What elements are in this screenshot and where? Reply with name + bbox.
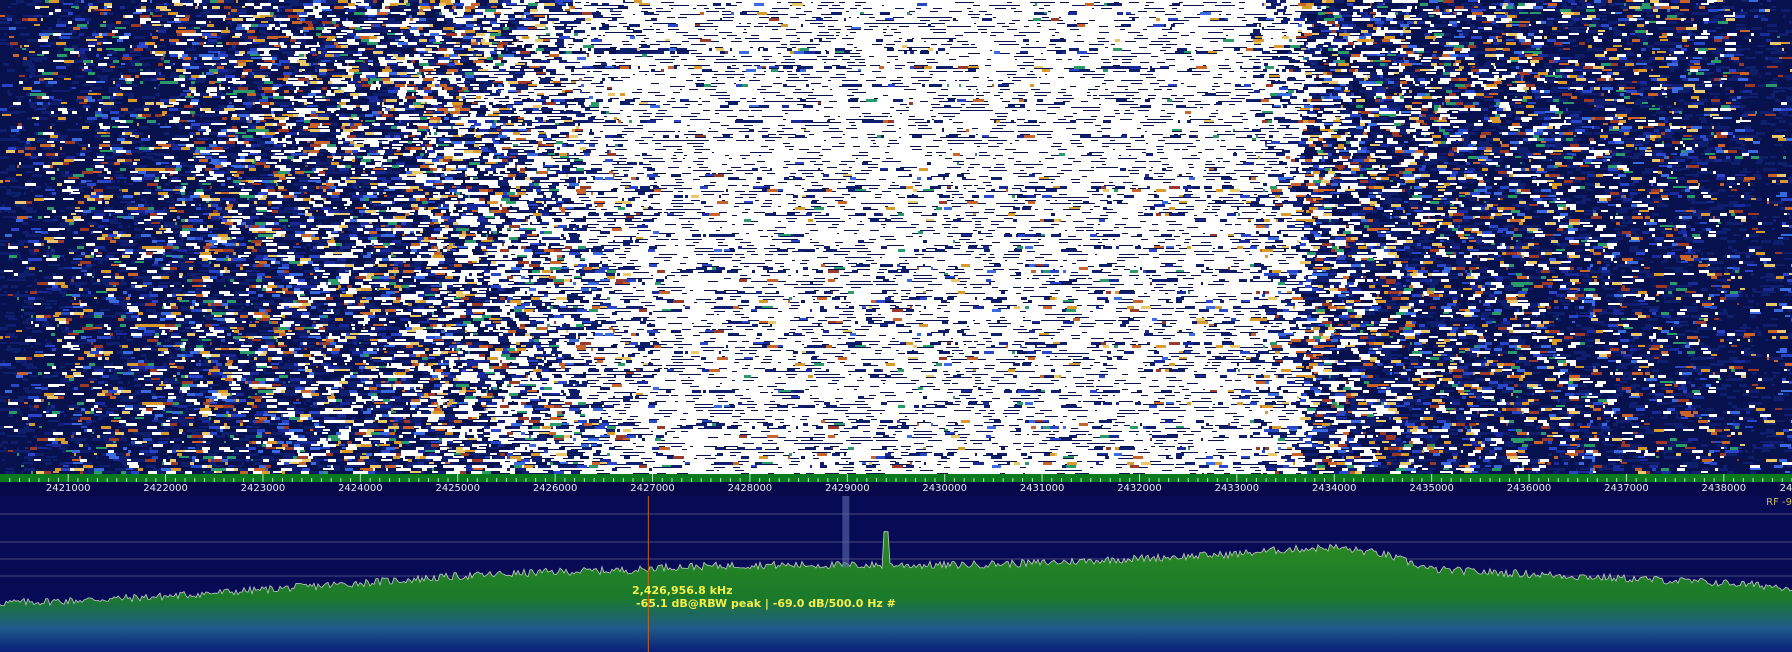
freq-tick-label: 2430000 [922,482,967,495]
freq-tick-label: 2436000 [1507,482,1552,495]
freq-tick-label: 2421000 [46,482,91,495]
cursor-level: -65.1 dB@RBW peak | -69.0 dB/500.0 Hz # [632,597,896,610]
freq-tick-label: 2425000 [435,482,480,495]
frequency-axis: 2421000 2422000 2423000 2424000 2425000 24260… [0,482,1792,496]
waterfall-display[interactable] [0,0,1792,474]
freq-tick-label: 2429000 [825,482,870,495]
freq-tick-label: 2424000 [338,482,383,495]
freq-tick-label: 2431000 [1020,482,1065,495]
freq-tick-label: 24 [1780,482,1792,495]
freq-tick-label: 2428000 [728,482,773,495]
freq-tick-label: 2427000 [630,482,675,495]
freq-tick-label: 2426000 [533,482,578,495]
cursor-readout: 2,426,956.8 kHz -65.1 dB@RBW peak | -69.… [632,584,896,610]
freq-tick-label: 2435000 [1409,482,1454,495]
freq-tick-label: 2437000 [1604,482,1649,495]
spectrum-display[interactable]: RF -9 2,426,956.8 kHz -65.1 dB@RBW peak … [0,496,1792,652]
freq-tick-label: 2433000 [1215,482,1260,495]
cursor-frequency: 2,426,956.8 kHz [632,584,896,597]
freq-tick-label: 2438000 [1702,482,1747,495]
freq-tick-label: 2422000 [143,482,188,495]
freq-tick-label: 2432000 [1117,482,1162,495]
freq-tick-label: 2434000 [1312,482,1357,495]
freq-tick-label: 2423000 [241,482,286,495]
frequency-scale-bar[interactable] [0,474,1792,482]
rf-gain-label: RF -9 [1766,497,1792,508]
marker-band [842,496,850,568]
spectrum-area [0,531,1792,652]
